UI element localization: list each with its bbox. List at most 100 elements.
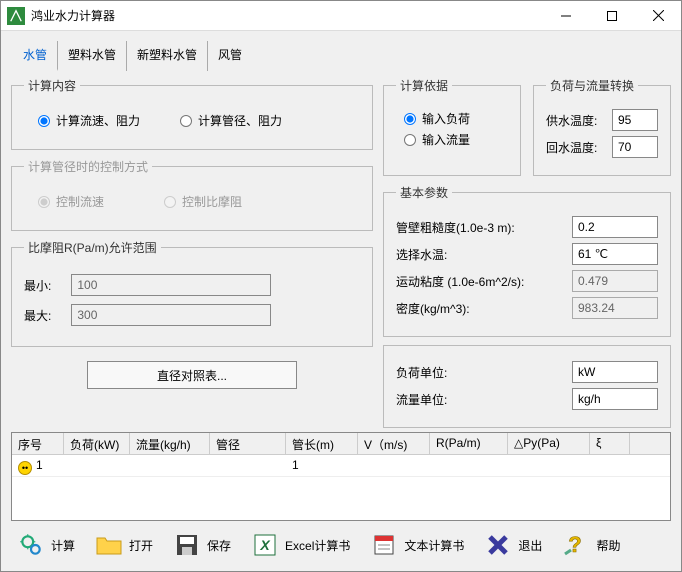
cell-xi[interactable] [590,455,630,476]
density-input [572,297,658,319]
flow-unit-label: 流量单位: [396,391,447,408]
diameter-control-legend: 计算管径时的控制方式 [24,158,152,175]
open-label: 打开 [129,537,153,554]
excel-button[interactable]: X Excel计算书 [245,527,356,563]
calc-basis-group: 计算依据 输入负荷 输入流量 [383,77,521,176]
return-temp-input[interactable] [612,136,658,158]
max-label: 最大: [24,307,51,324]
help-label: 帮助 [596,537,620,554]
radio-calc-flow[interactable]: 计算流速、阻力 [38,112,140,129]
minimize-button[interactable] [543,1,589,31]
basic-params-group: 基本参数 管壁粗糙度(1.0e-3 m): 选择水温: 运动粘度 (1.0e-6… [383,184,671,337]
max-input[interactable] [71,304,271,326]
load-convert-legend: 负荷与流量转换 [546,77,638,94]
right-column: 计算依据 输入负荷 输入流量 负荷与流量转换 供水温度: 回水温度: 基本参数 … [383,77,671,428]
load-convert-group: 负荷与流量转换 供水温度: 回水温度: [533,77,671,176]
svg-text:?: ? [569,532,582,557]
help-icon: ? [562,531,590,559]
grid-header: 序号 负荷(kW) 流量(kg/h) 管径 管长(m) V（m/s) R(Pa/… [12,433,670,455]
gh-xi[interactable]: ξ [590,433,630,454]
window-controls [543,1,681,31]
svg-text:X: X [259,537,271,553]
radio-control-friction: 控制比摩阻 [164,193,242,210]
text-button[interactable]: 文本计算书 [364,527,470,563]
friction-range-group: 比摩阻R(Pa/m)允许范围 最小: 最大: [11,239,373,347]
app-icon [7,7,25,25]
roughness-label: 管壁粗糙度(1.0e-3 m): [396,219,515,236]
radio-calc-diameter[interactable]: 计算管径、阻力 [180,112,282,129]
save-button[interactable]: 保存 [167,527,237,563]
gh-length[interactable]: 管长(m) [286,433,358,454]
cell-diam[interactable] [210,455,286,476]
help-button[interactable]: ? 帮助 [556,527,626,563]
cell-load[interactable] [64,455,130,476]
close-button[interactable] [635,1,681,31]
water-temp-input[interactable] [572,243,658,265]
excel-icon: X [251,531,279,559]
flow-unit-input[interactable] [572,388,658,410]
maximize-button[interactable] [589,1,635,31]
gh-index[interactable]: 序号 [12,433,64,454]
cell-index: 1 [36,458,43,472]
supply-temp-label: 供水温度: [546,112,597,129]
gh-dpy[interactable]: △Py(Pa) [508,433,590,454]
notebook-icon [370,531,398,559]
table-row[interactable]: •• 1 1 [12,455,670,477]
radio-control-speed: 控制流速 [38,193,104,210]
min-input[interactable] [71,274,271,296]
calc-content-group: 计算内容 计算流速、阻力 计算管径、阻力 [11,77,373,150]
excel-label: Excel计算书 [285,537,350,554]
friction-range-legend: 比摩阻R(Pa/m)允许范围 [24,239,161,256]
diameter-control-group: 计算管径时的控制方式 控制流速 控制比摩阻 [11,158,373,231]
gh-diam[interactable]: 管径 [210,433,286,454]
gh-flow[interactable]: 流量(kg/h) [130,433,210,454]
tab-new-plastic-pipe[interactable]: 新塑料水管 [127,41,208,71]
cell-r[interactable] [430,455,508,476]
cell-v[interactable] [358,455,430,476]
cell-dpy[interactable] [508,455,590,476]
gh-r[interactable]: R(Pa/m) [430,433,508,454]
basic-params-legend: 基本参数 [396,184,452,201]
cell-flow[interactable] [130,455,210,476]
roughness-input[interactable] [572,216,658,238]
left-column: 计算内容 计算流速、阻力 计算管径、阻力 计算管径时的控制方式 控制流速 控制比… [11,77,373,428]
exit-label: 退出 [518,537,542,554]
units-group: 负荷单位: 流量单位: [383,345,671,428]
window-title: 鸿业水力计算器 [31,7,543,24]
viscosity-input [572,270,658,292]
toolbar: 计算 打开 保存 X Excel计算书 文本计算书 退出 ? 帮助 [1,521,681,571]
viscosity-label: 运动粘度 (1.0e-6m^2/s): [396,273,524,290]
calc-button[interactable]: 计算 [11,527,81,563]
main-body: 计算内容 计算流速、阻力 计算管径、阻力 计算管径时的控制方式 控制流速 控制比… [1,71,681,432]
tab-air-duct[interactable]: 风管 [208,41,252,71]
folder-icon [95,531,123,559]
tab-plastic-pipe[interactable]: 塑料水管 [58,41,127,71]
cell-length[interactable]: 1 [286,455,358,476]
exit-icon [484,531,512,559]
calc-content-legend: 计算内容 [24,77,80,94]
diameter-table-button[interactable]: 直径对照表... [87,361,297,389]
tab-water-pipe[interactable]: 水管 [13,41,58,71]
open-button[interactable]: 打开 [89,527,159,563]
radio-input-load[interactable]: 输入负荷 [404,110,470,127]
calc-label: 计算 [51,537,75,554]
load-unit-label: 负荷单位: [396,364,447,381]
gear-icon [17,531,45,559]
row-status-icon: •• [18,461,32,475]
results-grid[interactable]: 序号 负荷(kW) 流量(kg/h) 管径 管长(m) V（m/s) R(Pa/… [11,432,671,521]
supply-temp-input[interactable] [612,109,658,131]
exit-button[interactable]: 退出 [478,527,548,563]
floppy-icon [173,531,201,559]
return-temp-label: 回水温度: [546,139,597,156]
density-label: 密度(kg/m^3): [396,300,470,317]
gh-v[interactable]: V（m/s) [358,433,430,454]
radio-input-flow[interactable]: 输入流量 [404,131,470,148]
title-bar: 鸿业水力计算器 [1,1,681,31]
gh-load[interactable]: 负荷(kW) [64,433,130,454]
text-label: 文本计算书 [404,537,464,554]
min-label: 最小: [24,277,51,294]
app-window: 鸿业水力计算器 水管 塑料水管 新塑料水管 风管 计算内容 计算流速、阻力 计算… [0,0,682,572]
water-temp-label: 选择水温: [396,246,447,263]
calc-basis-legend: 计算依据 [396,77,452,94]
load-unit-input[interactable] [572,361,658,383]
